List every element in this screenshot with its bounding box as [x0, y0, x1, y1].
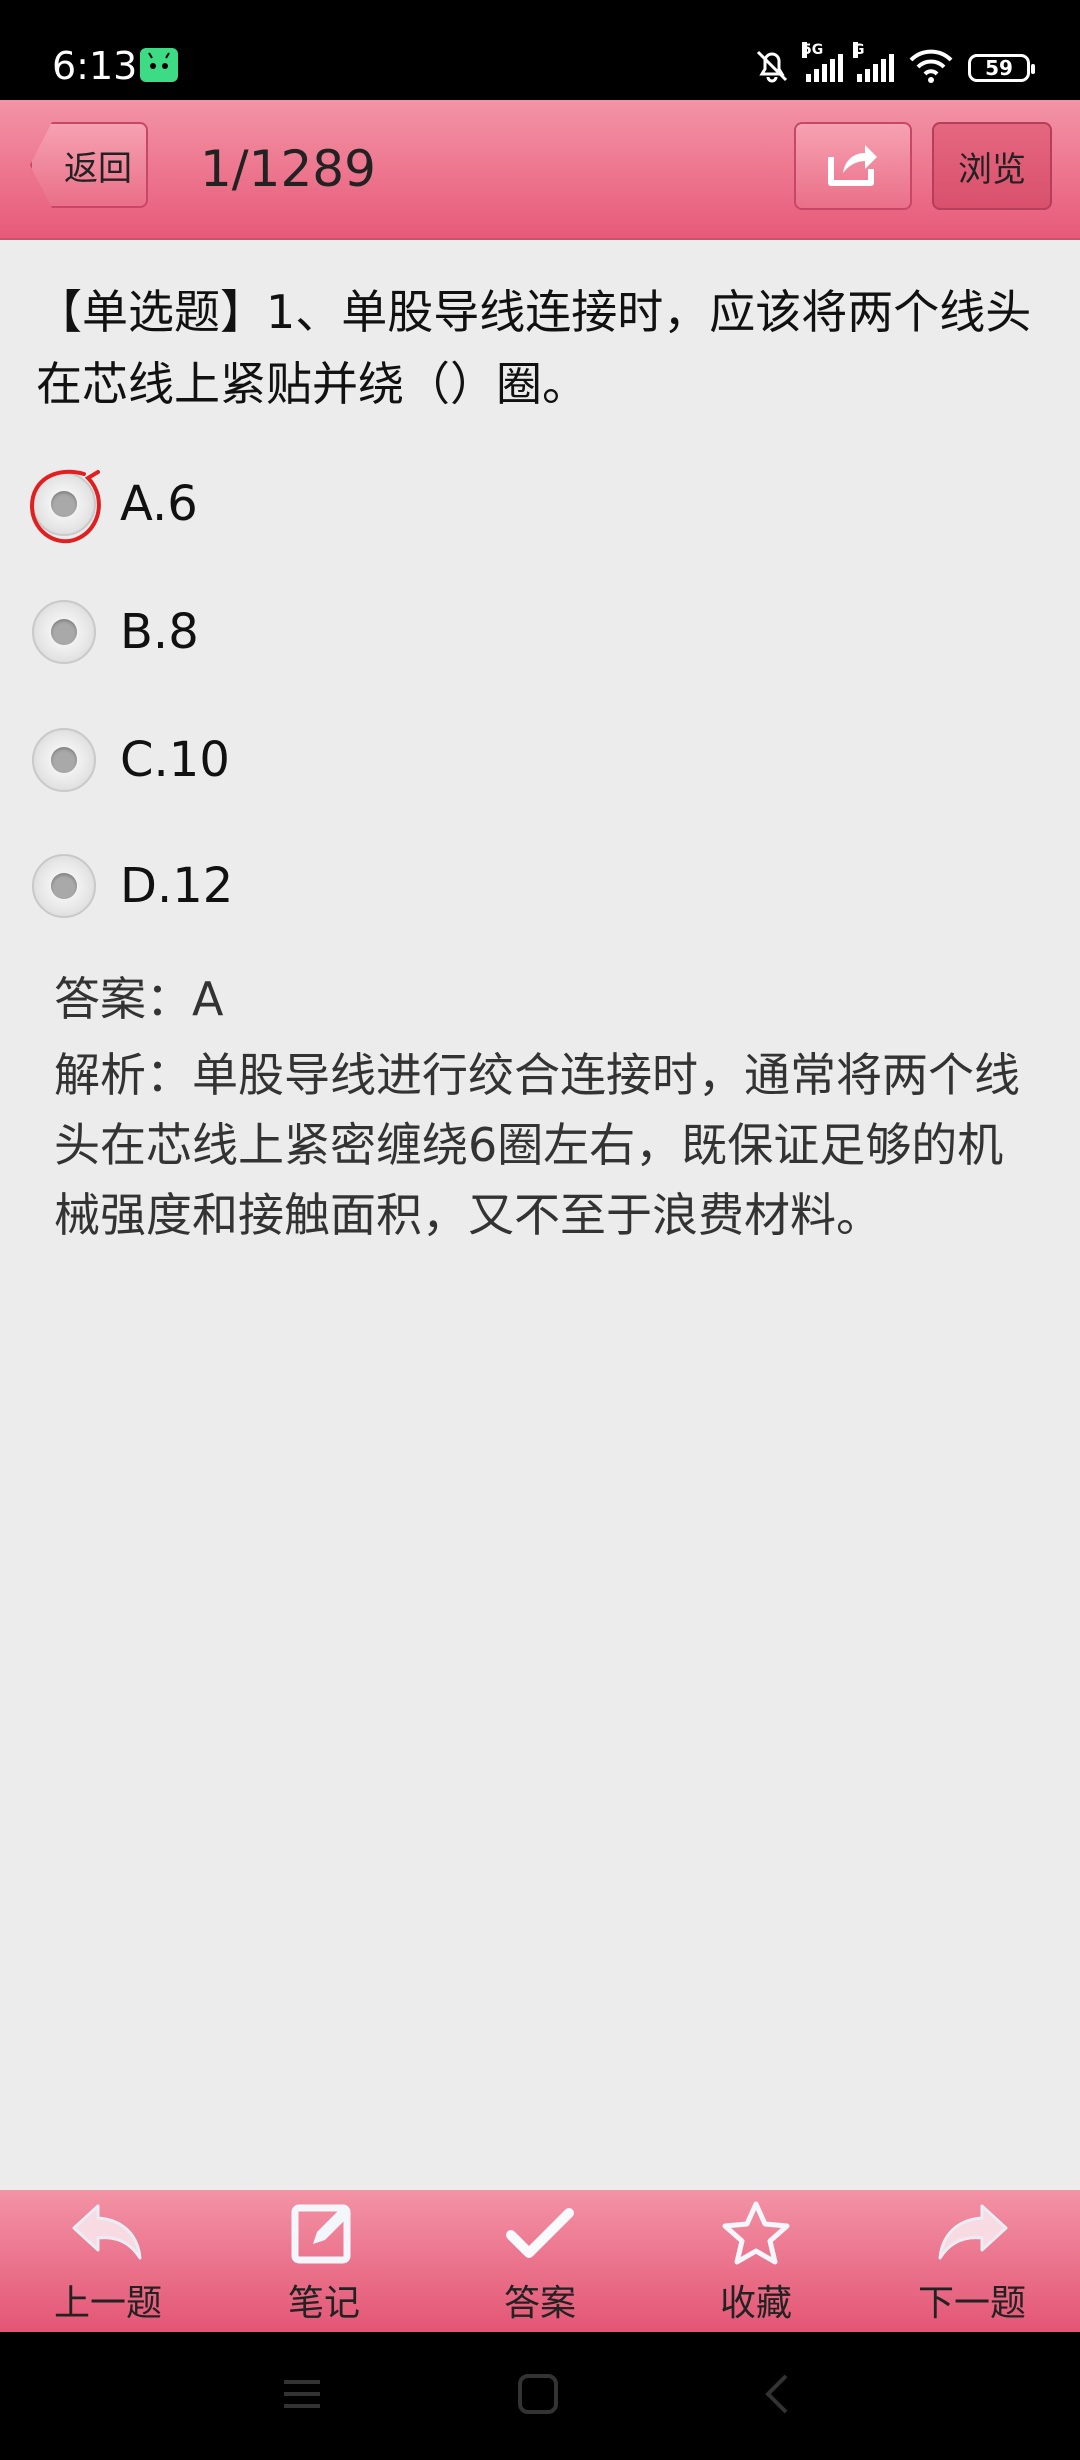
selected-mark-icon	[29, 469, 101, 544]
analysis-text: 解析：单股导线进行绞合连接时，通常将两个线头在芯线上紧密缠绕6圈左右，既保证足够…	[54, 1048, 1020, 1242]
status-bar: 6:13 5G G 59	[0, 0, 1080, 100]
battery-level: 59	[985, 56, 1013, 80]
system-nav-bar	[0, 2332, 1080, 2460]
share-button[interactable]	[794, 122, 912, 210]
check-icon	[500, 2198, 580, 2268]
clock: 6:13	[52, 44, 138, 88]
option-label: A.6	[120, 476, 198, 532]
back-nav-icon[interactable]	[756, 2372, 800, 2420]
answer-text: 答案：A	[54, 972, 224, 1026]
mute-icon	[752, 46, 792, 90]
note-edit-icon	[284, 2198, 364, 2268]
radio-dot	[51, 873, 77, 899]
prev-arrow-icon	[68, 2198, 148, 2268]
share-icon	[825, 139, 881, 193]
header-bar: 返回 1/1289 浏览	[0, 100, 1080, 240]
signal-icon: G	[853, 42, 894, 82]
prev-question-button[interactable]: 上一题	[0, 2190, 216, 2332]
toolbar-label: 收藏	[719, 2283, 792, 2324]
note-button[interactable]: 笔记	[216, 2190, 432, 2332]
back-button[interactable]: 返回	[30, 122, 148, 208]
star-icon	[716, 2198, 796, 2268]
next-question-button[interactable]: 下一题	[864, 2190, 1080, 2332]
option-c[interactable]: C.10	[32, 720, 230, 800]
radio-dot	[51, 747, 77, 773]
android-icon	[140, 48, 178, 82]
browse-button[interactable]: 浏览	[932, 122, 1052, 210]
radio-dot	[51, 619, 77, 645]
toolbar-label: 答案	[503, 2283, 576, 2324]
radio-button[interactable]	[32, 728, 96, 792]
option-b[interactable]: B.8	[32, 592, 199, 672]
radio-button[interactable]	[32, 854, 96, 918]
toolbar-label: 上一题	[53, 2283, 162, 2324]
browse-button-label: 浏览	[958, 149, 1026, 190]
wifi-icon	[908, 48, 954, 88]
radio-button[interactable]	[32, 600, 96, 664]
option-a[interactable]: A.6	[29, 464, 198, 544]
status-icons: 5G G 59	[752, 42, 1035, 90]
battery-icon: 59	[968, 54, 1035, 82]
page: 6:13 5G G 59 返回 1/1289 浏览 【单选题】1、单股导线连接时…	[0, 0, 1080, 2460]
question-text: 【单选题】1、单股导线连接时，应该将两个线头在芯线上紧贴并绕（）圈。	[36, 285, 1032, 411]
bottom-toolbar: 上一题 笔记 答案 收藏 下一题	[0, 2190, 1080, 2332]
toolbar-label: 笔记	[287, 2283, 360, 2324]
option-label: D.12	[120, 858, 234, 914]
favorite-button[interactable]: 收藏	[648, 2190, 864, 2332]
option-label: C.10	[120, 732, 230, 788]
radio-button[interactable]	[29, 469, 101, 544]
option-d[interactable]: D.12	[32, 846, 233, 926]
answer-button[interactable]: 答案	[432, 2190, 648, 2332]
toolbar-label: 下一题	[917, 2283, 1026, 2324]
next-arrow-icon	[932, 2198, 1012, 2268]
signal-icon: 5G	[802, 42, 843, 82]
menu-icon[interactable]	[280, 2372, 324, 2420]
back-button-label: 返回	[64, 148, 132, 189]
home-icon[interactable]	[516, 2372, 560, 2420]
option-label: B.8	[120, 604, 199, 660]
page-title: 1/1289	[200, 140, 376, 198]
